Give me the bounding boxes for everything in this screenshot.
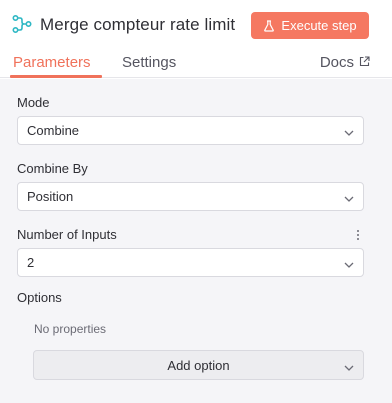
tab-bar: Parameters Settings Docs [0,50,392,78]
chevron-down-icon [344,126,354,136]
number-of-inputs-label: Number of Inputs [17,227,117,242]
panel-header: Merge compteur rate limit Execute step P… [0,0,392,78]
combine-by-value: Position [27,189,74,204]
active-tab-indicator [10,75,102,78]
execute-step-label: Execute step [281,18,357,33]
no-properties-text: No properties [34,322,107,336]
field-options-menu-icon[interactable] [356,230,360,242]
mode-select[interactable]: Combine [17,116,364,145]
parameters-content: Mode Combine Combine By Position Number … [0,79,392,403]
node-title[interactable]: Merge compteur rate limit [40,14,235,36]
execute-step-button[interactable]: Execute step [251,12,369,39]
mode-label: Mode [17,95,50,110]
combine-by-select[interactable]: Position [17,182,364,211]
number-of-inputs-value: 2 [27,255,35,270]
flask-icon [263,19,275,32]
merge-node-icon [12,14,32,34]
mode-value: Combine [27,123,80,138]
options-label: Options [17,290,62,305]
docs-label: Docs [319,54,354,71]
chevron-down-icon [344,361,354,371]
tab-parameters[interactable]: Parameters [13,54,91,72]
add-option-button[interactable]: Add option [33,350,364,380]
number-of-inputs-select[interactable]: 2 [17,248,364,277]
chevron-down-icon [344,192,354,202]
add-option-label: Add option [167,357,230,373]
combine-by-label: Combine By [17,161,88,176]
external-link-icon [359,54,370,71]
node-parameters-panel: Merge compteur rate limit Execute step P… [0,0,392,403]
docs-link[interactable]: Docs [320,54,370,71]
tab-settings[interactable]: Settings [122,54,176,72]
chevron-down-icon [344,258,354,268]
